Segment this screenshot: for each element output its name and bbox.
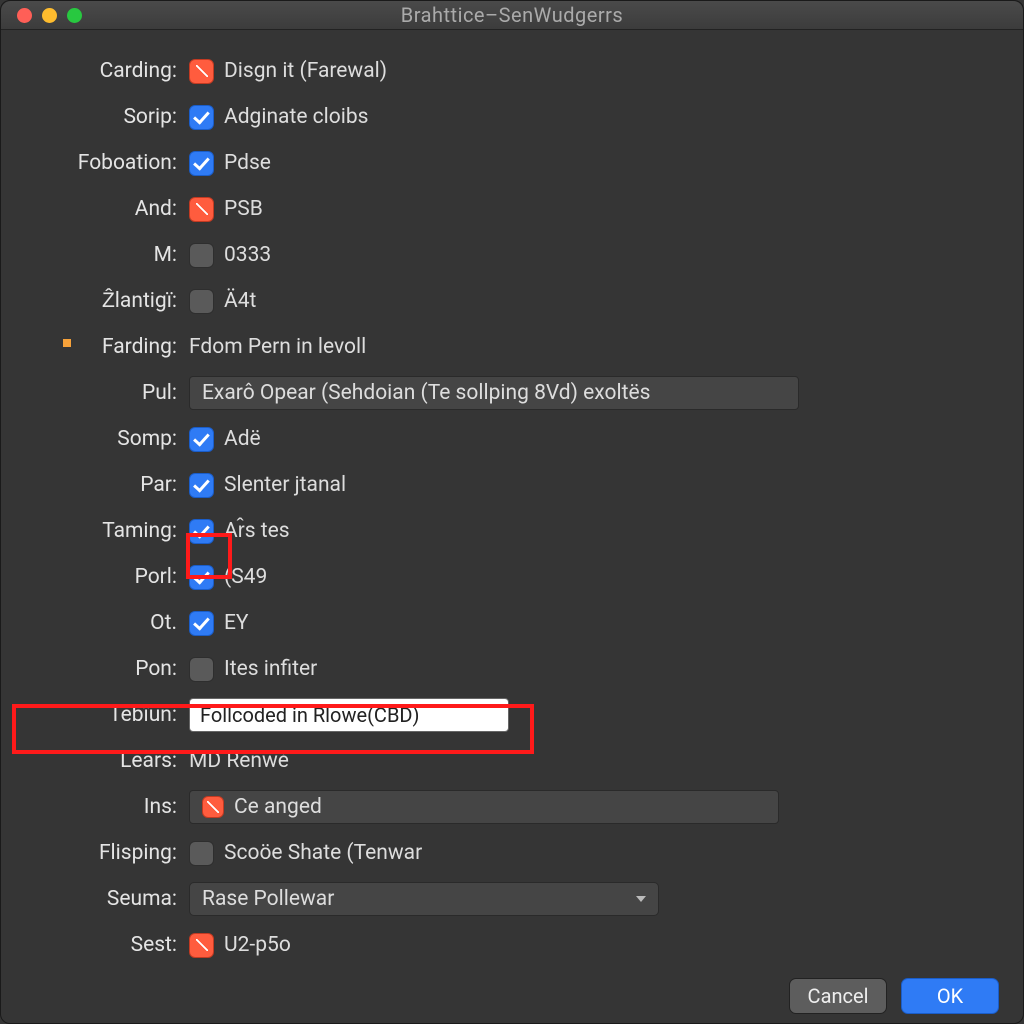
- value-carding: Disgn it (Farewal): [224, 59, 387, 83]
- value-sorip: Adginate cloibs: [224, 105, 369, 129]
- maximize-icon[interactable]: [67, 8, 82, 23]
- label-flisping: Flisping:: [1, 841, 189, 865]
- checkbox-and[interactable]: [189, 197, 214, 222]
- row-ot: Ot. EY: [1, 600, 993, 646]
- label-taming: Taming:: [1, 519, 189, 543]
- cancel-button[interactable]: Cancel: [789, 978, 887, 1014]
- row-tebiun: Tebïun: Follcoded in Rlowe(CBD): [1, 692, 993, 738]
- label-sorip: Sorip:: [1, 105, 189, 129]
- value-flisping: Scoöe Shate (Tenwar: [224, 841, 422, 865]
- select-seuma[interactable]: Rase Pollewar: [189, 882, 659, 916]
- settings-form: Carding: Disgn it (Farewal) Sorip: Adgin…: [1, 30, 1023, 968]
- value-farding: Fdom Pern in levoll: [189, 335, 366, 359]
- label-porl: Porl:: [1, 565, 189, 589]
- row-carding: Carding: Disgn it (Farewal): [1, 48, 993, 94]
- label-zlantigi: Ẑlantigï:: [1, 289, 189, 313]
- row-pon: Pon: Ites infiter: [1, 646, 993, 692]
- label-sest: Sest:: [1, 933, 189, 957]
- checkbox-pon[interactable]: [189, 657, 214, 682]
- checkbox-porl[interactable]: [189, 565, 214, 590]
- row-and: And: PSB: [1, 186, 993, 232]
- label-seuma: Seuma:: [1, 887, 189, 911]
- value-pon: Ites infiter: [224, 657, 317, 681]
- row-porl: Porl: (S49: [1, 554, 993, 600]
- row-taming: Taming: Ar̂s tes: [1, 508, 993, 554]
- row-sorip: Sorip: Adginate cloibs: [1, 94, 993, 140]
- checkbox-foboation[interactable]: [189, 151, 214, 176]
- row-foboation: Foboation: Pdse: [1, 140, 993, 186]
- label-lears: Lears:: [1, 749, 189, 773]
- label-m: M:: [1, 243, 189, 267]
- value-foboation: Pdse: [224, 151, 271, 175]
- row-flisping: Flisping: Scoöe Shate (Tenwar: [1, 830, 993, 876]
- row-farding: Farding: Fdom Pern in levoll: [1, 324, 993, 370]
- checkbox-zlantigi[interactable]: [189, 289, 214, 314]
- label-ins: Ins:: [1, 795, 189, 819]
- value-par: Slenter jtanal: [224, 473, 346, 497]
- row-zlantigi: Ẑlantigï: Ä4t: [1, 278, 993, 324]
- close-icon[interactable]: [17, 8, 32, 23]
- dialog-footer: Cancel OK: [1, 968, 1023, 1023]
- minimize-icon[interactable]: [42, 8, 57, 23]
- row-ins: Ins: Ce anged: [1, 784, 993, 830]
- label-carding: Carding:: [1, 59, 189, 83]
- row-par: Par: Slenter jtanal: [1, 462, 993, 508]
- row-sest: Sest: U2-p5o: [1, 922, 993, 968]
- label-ot: Ot.: [1, 611, 189, 635]
- label-pul: Pul:: [1, 381, 189, 405]
- row-seuma: Seuma: Rase Pollewar: [1, 876, 993, 922]
- value-taming: Ar̂s tes: [224, 519, 290, 543]
- label-somp: Somp:: [1, 427, 189, 451]
- label-par: Par:: [1, 473, 189, 497]
- row-pul: Pul: Exarô Opear (Sehdoian (Te sollping …: [1, 370, 993, 416]
- value-m: 0333: [224, 243, 271, 267]
- value-zlantigi: Ä4t: [224, 289, 256, 313]
- input-tebiun[interactable]: Follcoded in Rlowe(CBD): [189, 698, 509, 732]
- checkbox-par[interactable]: [189, 473, 214, 498]
- row-somp: Somp: Adë: [1, 416, 993, 462]
- checkbox-ins[interactable]: [202, 796, 224, 818]
- label-pon: Pon:: [1, 657, 189, 681]
- badge-icon: [63, 339, 71, 347]
- value-sest: U2-p5o: [224, 933, 291, 957]
- input-ins[interactable]: Ce anged: [189, 790, 779, 824]
- checkbox-m[interactable]: [189, 243, 214, 268]
- label-and: And:: [1, 197, 189, 221]
- value-porl: (S49: [224, 565, 267, 589]
- checkbox-sorip[interactable]: [189, 105, 214, 130]
- preferences-window: Brahttice–SenWudgerrs Carding: Disgn it …: [0, 0, 1024, 1024]
- checkbox-carding[interactable]: [189, 59, 214, 84]
- checkbox-somp[interactable]: [189, 427, 214, 452]
- value-somp: Adë: [224, 427, 261, 451]
- titlebar: Brahttice–SenWudgerrs: [1, 1, 1023, 30]
- checkbox-taming[interactable]: [189, 519, 214, 544]
- value-and: PSB: [224, 197, 263, 221]
- input-pul[interactable]: Exarô Opear (Sehdoian (Te sollping 8Vd) …: [189, 376, 799, 410]
- traffic-lights: [1, 8, 82, 23]
- checkbox-ot[interactable]: [189, 611, 214, 636]
- value-lears: MD Renwė: [189, 749, 289, 773]
- window-title: Brahttice–SenWudgerrs: [1, 3, 1023, 27]
- row-lears: Lears: MD Renwė: [1, 738, 993, 784]
- value-ot: EY: [224, 611, 249, 635]
- checkbox-sest[interactable]: [189, 933, 214, 958]
- row-m: M: 0333: [1, 232, 993, 278]
- label-tebiun: Tebïun:: [1, 703, 189, 727]
- label-farding: Farding:: [1, 335, 189, 359]
- ok-button[interactable]: OK: [901, 978, 999, 1014]
- checkbox-flisping[interactable]: [189, 841, 214, 866]
- label-foboation: Foboation:: [1, 151, 189, 175]
